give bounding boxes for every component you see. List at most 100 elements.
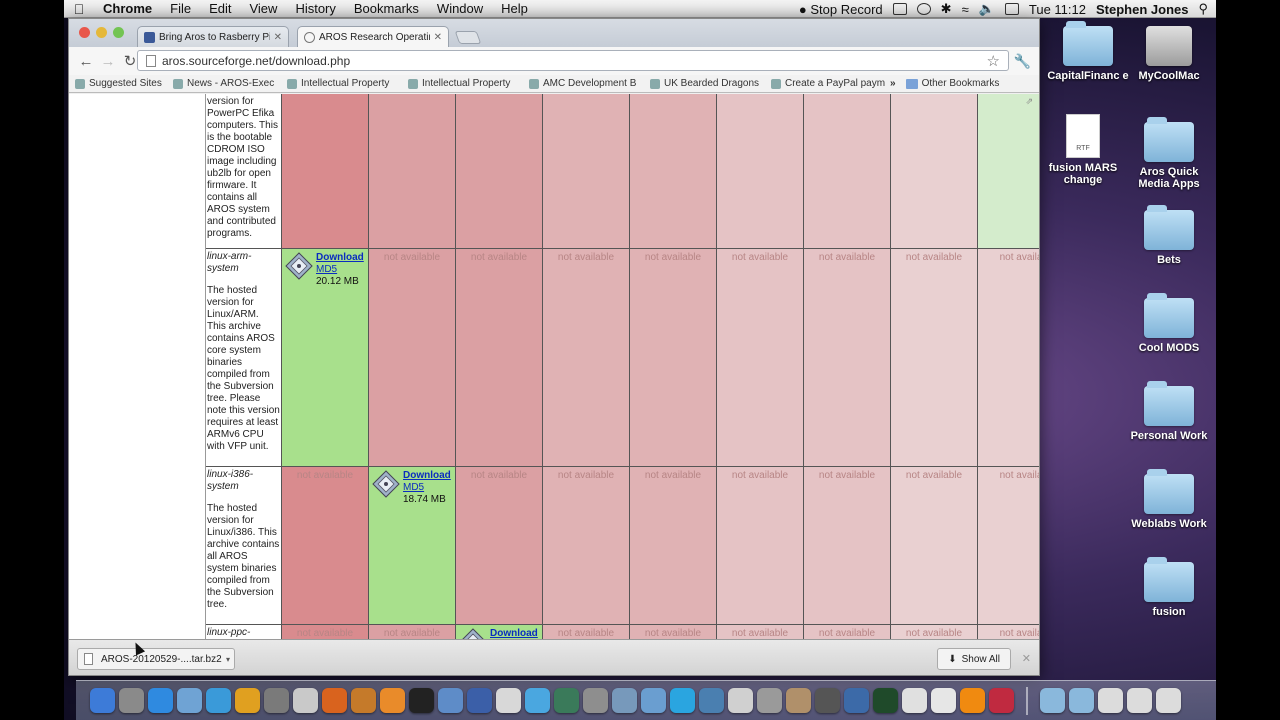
- chrome-icon[interactable]: [235, 688, 260, 713]
- bookmark-item[interactable]: UK Bearded Dragons: [644, 78, 765, 89]
- preview-icon[interactable]: [177, 688, 202, 713]
- download-link[interactable]: Download: [316, 252, 364, 264]
- bookmark-star-icon[interactable]: ☆: [987, 52, 1000, 70]
- time-machine-icon[interactable]: [554, 688, 579, 713]
- bookmarks-overflow-button[interactable]: »: [886, 78, 900, 89]
- firefox-icon[interactable]: [322, 688, 347, 713]
- vlc-icon[interactable]: [960, 688, 985, 713]
- page-content[interactable]: version for PowerPC Efika computers. Thi…: [69, 94, 1039, 639]
- minimize-window-button[interactable]: [96, 27, 107, 38]
- desktop-drive-mycoolmac[interactable]: MyCoolMac: [1127, 26, 1211, 82]
- finder-icon[interactable]: [90, 688, 115, 713]
- close-window-button[interactable]: [79, 27, 90, 38]
- download-item[interactable]: AROS-20120529-....tar.bz2 ▾: [77, 648, 235, 670]
- wrench-icon[interactable]: 🔧: [1014, 53, 1031, 70]
- desktop-folder-cool-mods[interactable]: Cool MODS: [1127, 293, 1211, 354]
- wifi-icon[interactable]: ≈: [962, 2, 969, 17]
- network-icon[interactable]: [467, 688, 492, 713]
- virtualbox-icon[interactable]: [612, 688, 637, 713]
- menu-window[interactable]: Window: [428, 1, 492, 16]
- trash-icon[interactable]: [1156, 688, 1181, 713]
- menu-edit[interactable]: Edit: [200, 1, 240, 16]
- scroll-indicator[interactable]: ⇗: [1025, 96, 1033, 107]
- bookmark-item[interactable]: Suggested Sites: [69, 78, 167, 89]
- menu-file[interactable]: File: [161, 1, 200, 16]
- md5-link[interactable]: MD5: [316, 264, 364, 276]
- pen-icon[interactable]: [844, 688, 869, 713]
- terminal-icon[interactable]: [409, 688, 434, 713]
- address-bar[interactable]: aros.sourceforge.net/download.php ☆: [137, 50, 1009, 71]
- desktop-folder-capitalfinance[interactable]: CapitalFinanc e: [1046, 21, 1130, 82]
- close-shelf-icon[interactable]: ✕: [1022, 652, 1031, 665]
- dashboard-icon[interactable]: [699, 688, 724, 713]
- itunes-icon[interactable]: [525, 688, 550, 713]
- launchpad-icon[interactable]: [119, 688, 144, 713]
- game-icon[interactable]: [293, 688, 318, 713]
- screen-icon[interactable]: [1127, 688, 1152, 713]
- blender-icon[interactable]: [380, 688, 405, 713]
- back-icon[interactable]: ←: [75, 53, 97, 70]
- close-tab-icon[interactable]: ✕: [274, 32, 282, 43]
- bookmark-item[interactable]: News - AROS-Exec: [167, 78, 281, 89]
- bluetooth-icon[interactable]: ✱: [941, 1, 952, 17]
- time-machine-icon[interactable]: [916, 3, 931, 15]
- menu-help[interactable]: Help: [492, 1, 537, 16]
- availability-cell: not available: [804, 625, 891, 639]
- md5-link[interactable]: MD5: [403, 482, 451, 494]
- other-bookmarks-folder[interactable]: Other Bookmarks: [900, 78, 999, 89]
- document-icon[interactable]: [1098, 688, 1123, 713]
- app-store-icon[interactable]: [148, 688, 173, 713]
- camera-icon[interactable]: [815, 688, 840, 713]
- bookmark-item[interactable]: Create a PayPal paym: [765, 78, 886, 89]
- user-name[interactable]: Stephen Jones: [1096, 2, 1188, 17]
- tab-aros[interactable]: AROS Research Operating Sy ✕: [297, 26, 449, 47]
- volume-icon[interactable]: 🔈: [979, 1, 995, 17]
- safari-icon[interactable]: [206, 688, 231, 713]
- spotlight-icon[interactable]: ⚲: [1198, 1, 1208, 17]
- folder-icon[interactable]: [1069, 688, 1094, 713]
- menu-history[interactable]: History: [286, 1, 344, 16]
- tools-icon[interactable]: [264, 688, 289, 713]
- bookmark-item[interactable]: Intellectual Property: [402, 78, 523, 89]
- battery-icon[interactable]: [1004, 3, 1019, 15]
- display-icon[interactable]: [892, 3, 907, 15]
- download-link[interactable]: Download: [403, 470, 451, 482]
- tools2-icon[interactable]: [757, 688, 782, 713]
- desktop-folder-aros-quick[interactable]: Aros Quick Media Apps: [1127, 117, 1211, 190]
- menu-app-name[interactable]: Chrome: [94, 1, 161, 16]
- xcode-icon[interactable]: [438, 688, 463, 713]
- textedit-icon[interactable]: [496, 688, 521, 713]
- itunes2-icon[interactable]: [989, 688, 1014, 713]
- desktop-folder-weblabs-work[interactable]: Weblabs Work: [1127, 469, 1211, 530]
- bookmark-item[interactable]: Intellectual Property: [281, 78, 402, 89]
- folder-icon[interactable]: [1040, 688, 1065, 713]
- tab-facebook[interactable]: Bring Aros to Rasberry Pi (A ✕: [137, 26, 289, 47]
- script-icon[interactable]: [728, 688, 753, 713]
- zoom-window-button[interactable]: [113, 27, 124, 38]
- bookmark-item[interactable]: AMC Development B: [523, 78, 644, 89]
- photo-icon[interactable]: [786, 688, 811, 713]
- screen-icon[interactable]: [902, 688, 927, 713]
- not-available-label: not available: [470, 470, 528, 481]
- menu-bookmarks[interactable]: Bookmarks: [345, 1, 428, 16]
- desktop-file-fusion-mars[interactable]: RTF fusion MARS change: [1041, 114, 1125, 186]
- new-tab-button[interactable]: [454, 31, 482, 44]
- download-link[interactable]: Download: [490, 628, 538, 639]
- stop-record-item[interactable]: ● Stop Record: [799, 2, 883, 17]
- screen2-icon[interactable]: [931, 688, 956, 713]
- menu-view[interactable]: View: [240, 1, 286, 16]
- close-tab-icon[interactable]: ✕: [434, 32, 442, 43]
- mail-icon[interactable]: [641, 688, 666, 713]
- apple-menu-icon[interactable]: : [64, 1, 94, 17]
- activity-icon[interactable]: [873, 688, 898, 713]
- clock[interactable]: Tue 11:12: [1029, 2, 1086, 17]
- forward-icon[interactable]: →: [97, 53, 119, 70]
- guitar-icon[interactable]: [351, 688, 376, 713]
- skype-icon[interactable]: [670, 688, 695, 713]
- desktop-folder-bets[interactable]: Bets: [1127, 205, 1211, 266]
- show-all-downloads-button[interactable]: ⬇ Show All: [937, 648, 1011, 670]
- system-prefs-icon[interactable]: [583, 688, 608, 713]
- desktop-folder-fusion[interactable]: fusion: [1127, 557, 1211, 618]
- desktop-folder-personal-work[interactable]: Personal Work: [1127, 381, 1211, 442]
- download-menu-icon[interactable]: ▾: [226, 655, 230, 664]
